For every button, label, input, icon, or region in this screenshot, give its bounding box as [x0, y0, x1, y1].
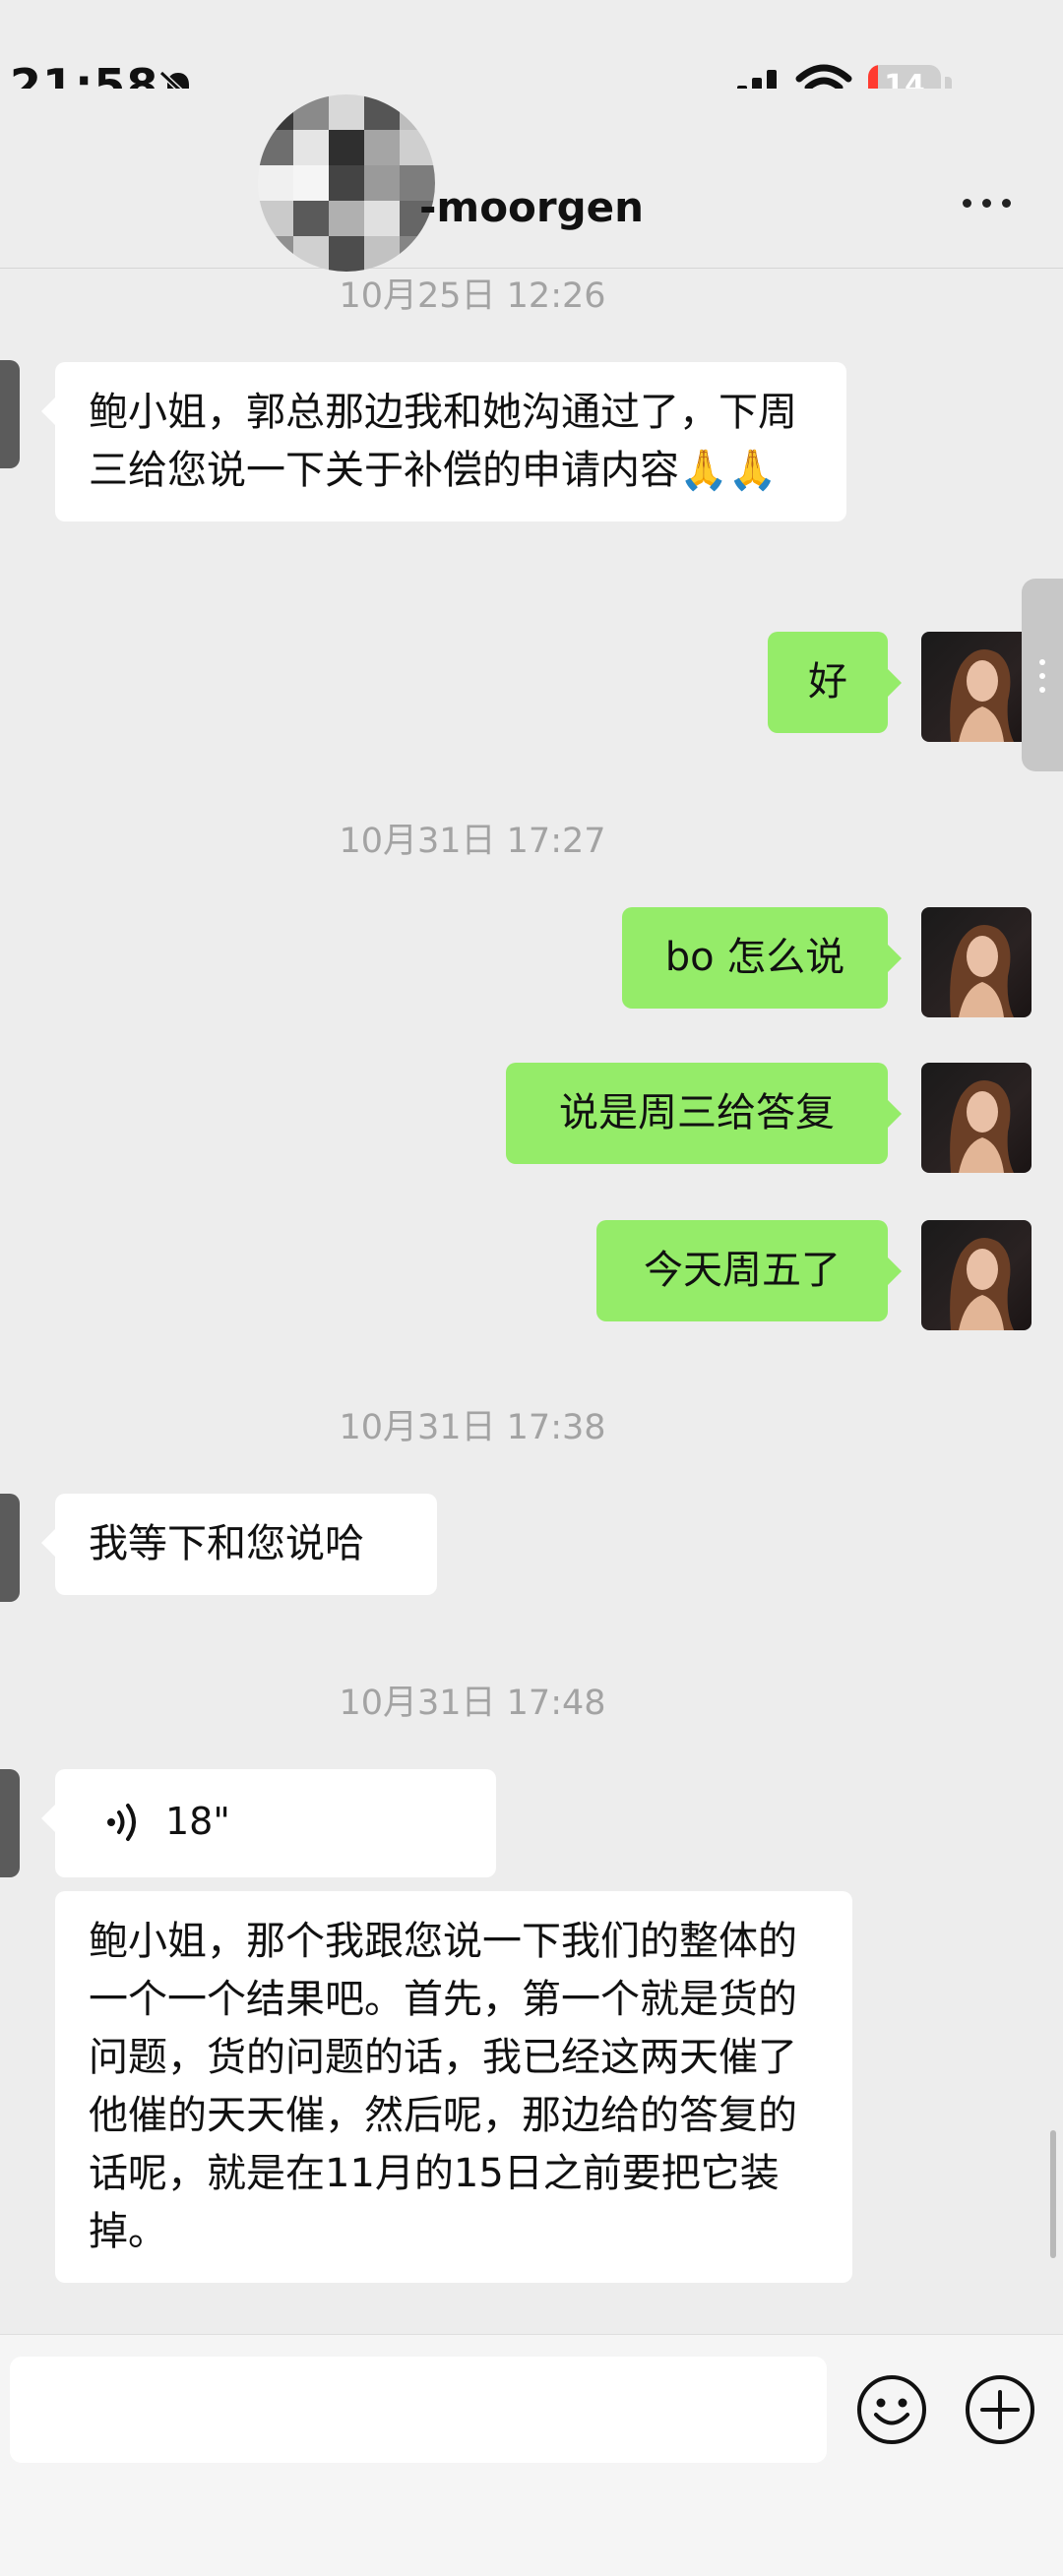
voice-wave-icon — [107, 1804, 136, 1841]
avatar-mosaic-tile — [364, 165, 400, 201]
avatar-mosaic-tile — [400, 130, 435, 165]
timestamp: 10月25日 12:26 — [339, 276, 606, 316]
sender-avatar[interactable] — [0, 360, 20, 468]
message-bubble-sent[interactable]: 好 — [768, 632, 902, 733]
message-bubble-sent[interactable]: bo 怎么说 — [622, 907, 902, 1009]
message-bubble-received[interactable]: 我等下和您说哈 — [41, 1494, 437, 1595]
timestamp: 10月31日 17:38 — [339, 1408, 606, 1447]
my-avatar[interactable] — [921, 907, 1032, 1017]
message-bubble-received[interactable]: 鲍小姐，郭总那边我和她沟通过了，下周三给您说一下关于补偿的申请内容🙏🙏 — [41, 362, 846, 521]
timestamp: 10月31日 17:27 — [339, 822, 606, 861]
avatar-mosaic-tile — [293, 236, 329, 272]
message-bubble-sent[interactable]: 说是周三给答复 — [506, 1063, 902, 1164]
voice-message-bubble[interactable]: 18" — [41, 1769, 496, 1877]
voice-transcript-bubble[interactable]: 鲍小姐，那个我跟您说一下我们的整体的一个一个结果吧。首先，第一个就是货的问题，货… — [55, 1891, 852, 2283]
scrollbar[interactable] — [1050, 2130, 1056, 2258]
plus-icon[interactable] — [965, 2374, 1035, 2445]
avatar-mosaic-tile — [329, 165, 364, 201]
input-bar — [0, 2334, 1063, 2576]
avatar-mosaic-tile — [258, 165, 293, 201]
chat-title[interactable]: -moorgen — [419, 183, 644, 231]
my-avatar[interactable] — [921, 1220, 1032, 1330]
portrait-icon — [950, 925, 1014, 1017]
avatar-mosaic-tile — [293, 130, 329, 165]
avatar-mosaic-tile — [329, 236, 364, 272]
avatar-mosaic-tile — [329, 201, 364, 236]
my-avatar[interactable] — [921, 632, 1032, 742]
my-avatar[interactable] — [921, 1063, 1032, 1173]
contact-avatar-blurred[interactable] — [258, 94, 435, 272]
avatar-mosaic-tile — [364, 236, 400, 272]
avatar-mosaic-tile — [364, 130, 400, 165]
portrait-icon — [950, 1238, 1014, 1330]
avatar-mosaic-tile — [364, 201, 400, 236]
avatar-mosaic-tile — [329, 130, 364, 165]
chat-header: -moorgen — [0, 89, 1063, 272]
portrait-icon — [950, 1080, 1014, 1173]
message-bubble-sent[interactable]: 今天周五了 — [596, 1220, 902, 1321]
sender-avatar[interactable] — [0, 1769, 20, 1877]
portrait-icon — [950, 649, 1014, 742]
avatar-mosaic-tile — [293, 165, 329, 201]
avatar-mosaic-tile — [400, 236, 435, 272]
sender-avatar[interactable] — [0, 1494, 20, 1602]
voice-duration: 18" — [165, 1800, 230, 1843]
timestamp: 10月31日 17:48 — [339, 1684, 606, 1723]
avatar-mosaic-tile — [258, 130, 293, 165]
avatar-mosaic-tile — [258, 201, 293, 236]
avatar-mosaic-tile — [364, 94, 400, 130]
avatar-mosaic-tile — [258, 236, 293, 272]
avatar-mosaic-tile — [258, 94, 293, 130]
avatar-mosaic-tile — [293, 94, 329, 130]
message-input[interactable] — [10, 2357, 827, 2463]
chat-screen: 21:58 14 -moorgen 10月25日 12:26 鲍小姐，郭总那边我… — [0, 0, 1063, 2576]
avatar-mosaic-tile — [400, 94, 435, 130]
more-dots-icon[interactable] — [961, 193, 1016, 213]
emoji-icon[interactable] — [856, 2374, 927, 2445]
side-drawer-handle[interactable] — [1022, 579, 1063, 771]
avatar-mosaic-tile — [293, 201, 329, 236]
avatar-mosaic-tile — [329, 94, 364, 130]
